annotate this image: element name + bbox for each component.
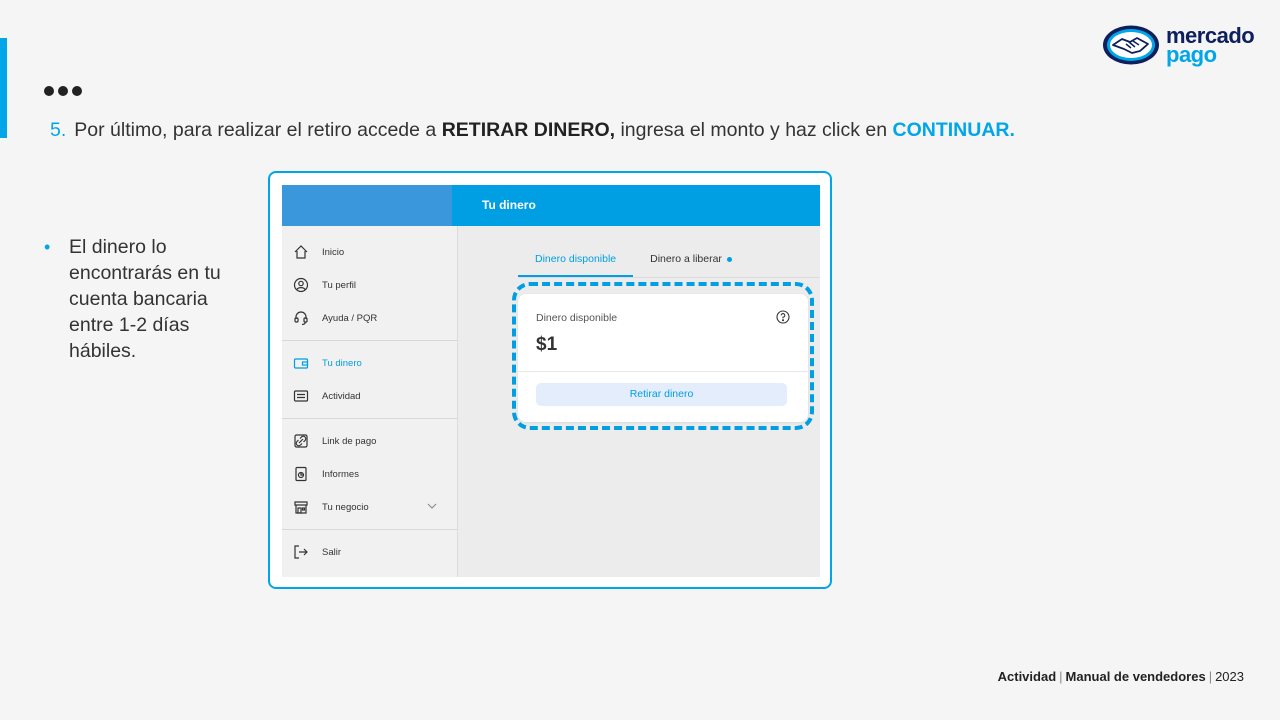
sidebar-item-link-de-pago[interactable]: Link de pago: [282, 428, 458, 454]
footer-manual: Manual de vendedores: [1065, 669, 1206, 684]
footer-separator: |: [1059, 669, 1063, 684]
sidebar-divider: [282, 340, 458, 341]
home-icon: [292, 243, 310, 261]
footer-separator: |: [1208, 669, 1213, 684]
logout-icon: [292, 543, 310, 561]
app-header-title: Tu dinero: [482, 198, 536, 212]
tab-label: Dinero disponible: [535, 253, 617, 265]
tab-dinero-a-liberar[interactable]: Dinero a liberar: [633, 241, 749, 277]
footer: Actividad | Manual de vendedores | 2023: [998, 669, 1244, 684]
footer-year: 2023: [1215, 669, 1244, 684]
headset-icon: [292, 309, 310, 327]
report-icon: [292, 465, 310, 483]
logo-word-pago: pago: [1166, 42, 1217, 67]
sidebar-item-informes[interactable]: Informes: [282, 461, 458, 487]
footer-section: Actividad: [997, 669, 1057, 684]
sidebar-item-label: Informes: [322, 468, 359, 480]
bullet-dot: •: [44, 237, 51, 257]
app-logo-block: [282, 185, 452, 226]
notification-dot: [726, 256, 732, 262]
sidebar-item-actividad[interactable]: Actividad: [282, 383, 458, 409]
sidebar-item-label: Tu perfil: [322, 279, 356, 291]
app-header: Tu dinero: [282, 185, 820, 226]
step-text-middle: ingresa el monto y haz click en: [615, 119, 893, 141]
tab-dinero-disponible[interactable]: Dinero disponible: [518, 241, 634, 277]
sidebar-item-inicio[interactable]: Inicio: [282, 239, 458, 265]
withdraw-money-button[interactable]: Retirar dinero: [536, 383, 787, 406]
wallet-icon: [292, 354, 310, 372]
chevron-down-icon[interactable]: [426, 500, 438, 515]
available-money-card: Dinero disponible $1 Retirar dinero: [518, 294, 808, 422]
list-icon: [292, 387, 310, 405]
step-text-before: Por último, para realizar el retiro acce…: [74, 119, 442, 141]
sidebar-item-tu-perfil[interactable]: Tu perfil: [282, 272, 458, 298]
sidebar-item-tu-negocio[interactable]: Tu negocio: [282, 494, 458, 520]
note-bullet-item: • El dinero lo encontrarás en tu cuenta …: [44, 234, 244, 364]
card-label: Dinero disponible: [536, 312, 618, 324]
sidebar-divider: [282, 529, 458, 530]
step-number: 5.: [50, 119, 67, 141]
card-divider: [518, 371, 808, 372]
tabs-underline: [518, 277, 820, 278]
step-bold-text: RETIRAR DINERO,: [441, 119, 616, 141]
tab-label: Dinero a liberar: [650, 253, 722, 265]
help-icon[interactable]: [776, 310, 790, 324]
available-amount: $1: [536, 334, 558, 355]
ellipsis-dots: [44, 86, 82, 96]
note-text: El dinero lo encontrarás en tu cuenta ba…: [69, 236, 221, 362]
sidebar-item-label: Tu negocio: [322, 501, 369, 513]
link-icon: [292, 432, 310, 450]
sidebar-item-label: Actividad: [322, 390, 361, 402]
handshake-icon: [1103, 25, 1159, 65]
sidebar-item-salir[interactable]: Salir: [282, 539, 458, 565]
step-instruction: 5. Por último, para realizar el retiro ac…: [50, 119, 1015, 142]
step-highlight-text: CONTINUAR.: [892, 119, 1015, 141]
mercadopago-logo: mercado pago: [1102, 24, 1255, 67]
sidebar-item-label: Tu dinero: [322, 357, 362, 369]
money-tabs: Dinero disponible Dinero a liberar: [518, 241, 749, 277]
sidebar-item-ayuda[interactable]: Ayuda / PQR: [282, 305, 458, 331]
app-screenshot: Tu dinero Inicio Tu perfil Ayuda / PQR T…: [282, 185, 820, 577]
sidebar-item-label: Ayuda / PQR: [322, 312, 378, 324]
sidebar-divider: [282, 418, 458, 419]
sidebar: Inicio Tu perfil Ayuda / PQR Tu dinero A…: [282, 226, 458, 577]
sidebar-item-label: Salir: [322, 546, 342, 558]
store-icon: [292, 498, 310, 516]
user-icon: [292, 276, 310, 294]
sidebar-item-label: Link de pago: [322, 435, 377, 447]
sidebar-item-tu-dinero[interactable]: Tu dinero: [282, 350, 458, 376]
screenshot-frame: Tu dinero Inicio Tu perfil Ayuda / PQR T…: [268, 171, 832, 589]
accent-bar: [0, 38, 7, 138]
sidebar-item-label: Inicio: [322, 246, 345, 258]
